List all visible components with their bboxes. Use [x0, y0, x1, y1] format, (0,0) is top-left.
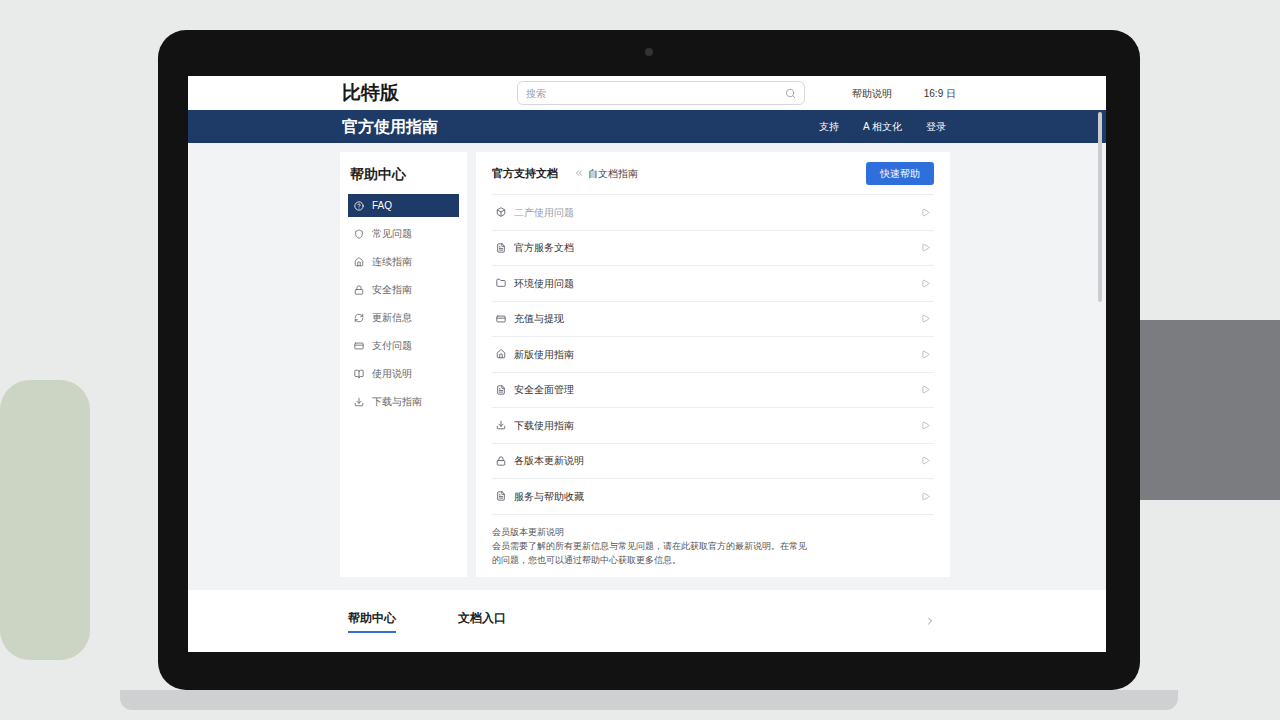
- doc-row[interactable]: 安全全面管理: [492, 373, 934, 409]
- nav-link[interactable]: A 相文化: [863, 119, 902, 134]
- item-icon: [354, 285, 364, 295]
- doc-icon: [496, 349, 506, 359]
- doc-icon: [496, 491, 506, 501]
- doc-icon: [496, 207, 506, 217]
- chevron-icon[interactable]: [924, 615, 936, 627]
- breadcrumb[interactable]: 自文档指南: [574, 166, 638, 181]
- item-icon: [354, 397, 364, 407]
- sidebar: 帮助中心 FAQ 常见问题连续指南安全指南更新信息支付问题使用说明下载与指南: [340, 152, 467, 577]
- arrow-icon: [921, 492, 930, 501]
- top-bar: 比特版搜索 帮助说明 16:9 日: [188, 76, 1106, 110]
- logo[interactable]: 比特版: [342, 79, 517, 108]
- search-field[interactable]: 搜索: [517, 81, 805, 105]
- sidebar-item[interactable]: 下载与指南: [348, 390, 459, 413]
- header-link[interactable]: 帮助说明: [852, 86, 892, 101]
- doc-row[interactable]: 服务与帮助收藏: [492, 479, 934, 515]
- note-title: 会员版本更新说明: [492, 525, 934, 539]
- laptop-base: [120, 690, 1178, 710]
- doc-icon: [496, 314, 506, 324]
- sidebar-title: 帮助中心: [348, 164, 459, 185]
- main-area: 帮助中心FAQ常见问题连续指南安全指南更新信息支付问题使用说明下载与指南官方支持…: [188, 143, 1106, 590]
- header-link[interactable]: 16:9 日: [924, 86, 956, 101]
- arrow-icon: [921, 314, 930, 323]
- item-icon: [354, 313, 364, 323]
- scrollbar[interactable]: [1098, 112, 1102, 302]
- camera: [645, 48, 653, 56]
- back-icon: [574, 168, 584, 178]
- nav-link[interactable]: 登录: [926, 119, 946, 134]
- content-card: 官方支持文档 自文档指南 快速帮助二产使用问题官方服务文档环境使用问题充值与提现新版…: [476, 152, 950, 577]
- note-line: 的问题，您也可以通过帮助中心获取更多信息。: [492, 553, 934, 567]
- doc-icon: [496, 243, 506, 253]
- sidebar-item[interactable]: 使用说明: [348, 362, 459, 385]
- sidebar-item[interactable]: 支付问题: [348, 334, 459, 357]
- doc-row[interactable]: 环境使用问题: [492, 266, 934, 302]
- doc-icon: [496, 456, 506, 466]
- arrow-icon: [921, 208, 930, 217]
- item-icon: [354, 341, 364, 351]
- sidebar-item[interactable]: 连续指南: [348, 250, 459, 273]
- bottom-tab[interactable]: 帮助中心: [348, 609, 396, 633]
- content-title: 官方支持文档: [492, 165, 558, 182]
- nav-link[interactable]: 支持: [819, 119, 839, 134]
- help-button[interactable]: 快速帮助: [866, 162, 934, 185]
- arrow-icon: [921, 421, 930, 430]
- sidebar-item[interactable]: 安全指南: [348, 278, 459, 301]
- doc-row[interactable]: 新版使用指南: [492, 337, 934, 373]
- bottom-tab[interactable]: 文档入口: [458, 609, 506, 633]
- arrow-icon: [921, 385, 930, 394]
- item-icon: [354, 257, 364, 267]
- arrow-icon: [921, 243, 930, 252]
- search-icon: [785, 88, 796, 99]
- note-line: 会员需要了解的所有更新信息与常见问题，请在此获取官方的最新说明。在常见: [492, 539, 934, 553]
- doc-icon: [496, 385, 506, 395]
- doc-row[interactable]: 下载使用指南: [492, 408, 934, 444]
- doc-row[interactable]: 各版本更新说明: [492, 444, 934, 480]
- nav-bar: 官方使用指南支持 A 相文化 登录: [188, 110, 1106, 143]
- item-icon: [354, 369, 364, 379]
- note: 会员版本更新说明会员需要了解的所有更新信息与常见问题，请在此获取官方的最新说明。…: [492, 515, 934, 567]
- doc-row[interactable]: 充值与提现: [492, 302, 934, 338]
- doc-row[interactable]: 官方服务文档: [492, 231, 934, 267]
- doc-row[interactable]: 二产使用问题: [492, 195, 934, 231]
- laptop: 比特版搜索 帮助说明 16:9 日官方使用指南支持 A 相文化 登录帮助中心 FAQ 常见问…: [158, 30, 1140, 690]
- arrow-icon: [921, 456, 930, 465]
- sidebar-item[interactable]: 更新信息: [348, 306, 459, 329]
- sidebar-item[interactable]: 常见问题: [348, 222, 459, 245]
- item-icon: [354, 201, 364, 211]
- doc-icon: [496, 420, 506, 430]
- arrow-icon: [921, 350, 930, 359]
- shelf-blur: [1130, 320, 1280, 500]
- screen: 比特版搜索 帮助说明 16:9 日官方使用指南支持 A 相文化 登录帮助中心 FAQ 常见问…: [188, 76, 1106, 652]
- desk-scene: 比特版搜索 帮助说明 16:9 日官方使用指南支持 A 相文化 登录帮助中心 FAQ 常见问…: [0, 0, 1280, 720]
- bottom-strip: 帮助中心 文档入口: [188, 590, 1106, 652]
- content-header: 官方支持文档 自文档指南 快速帮助: [492, 152, 934, 195]
- item-icon: [354, 229, 364, 239]
- sidebar-item[interactable]: FAQ: [348, 194, 459, 217]
- doc-icon: [496, 278, 506, 288]
- arrow-icon: [921, 279, 930, 288]
- plant-blur: [0, 380, 90, 660]
- nav-title: 官方使用指南: [342, 115, 819, 139]
